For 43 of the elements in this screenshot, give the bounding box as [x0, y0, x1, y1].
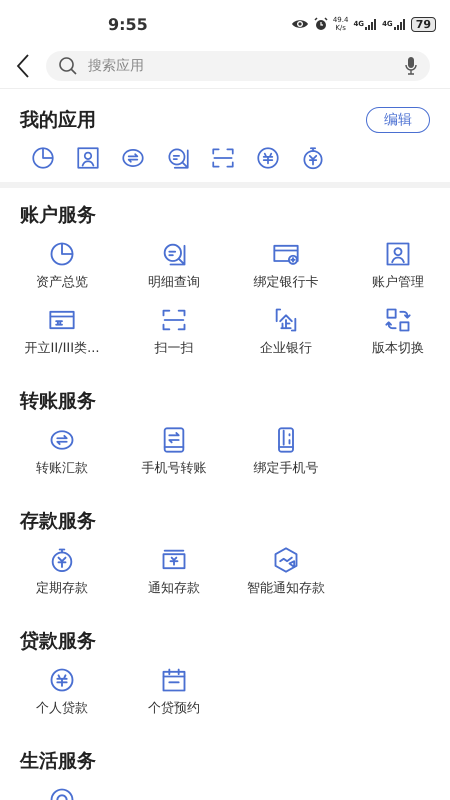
- section-title: 贷款服务: [18, 629, 97, 654]
- microphone-icon[interactable]: [404, 56, 418, 76]
- search-field[interactable]: 搜索应用: [86, 57, 396, 75]
- app-label[interactable]: 资产总览: [36, 274, 88, 292]
- app-label[interactable]: 版本切换: [372, 340, 424, 358]
- eye-icon: [290, 18, 309, 30]
- signal-icon: [365, 18, 378, 30]
- search-icon: [58, 56, 78, 76]
- app-label[interactable]: 手机号转账: [142, 460, 206, 478]
- coin-icon: [48, 666, 76, 694]
- pie-chart-icon: [30, 145, 56, 171]
- section-title: 存款服务: [18, 509, 97, 534]
- coin-icon: [255, 145, 281, 171]
- calendar-icon: [160, 666, 188, 694]
- section-title: 我的应用: [20, 108, 96, 133]
- app-label[interactable]: 开立II/III类...: [24, 340, 100, 358]
- clock-time: 9:55: [108, 14, 149, 34]
- app-label[interactable]: 绑定银行卡: [254, 274, 318, 292]
- app-label[interactable]: 定期存款: [36, 580, 88, 598]
- app-label[interactable]: 转账汇款: [36, 460, 88, 478]
- section-title: 生活服务: [18, 749, 97, 774]
- app-label[interactable]: 绑定手机号: [254, 460, 318, 478]
- app-label[interactable]: 扫一扫: [154, 340, 194, 358]
- person-card-icon: [384, 240, 412, 268]
- person-card-icon: [75, 145, 101, 171]
- app-label[interactable]: 个人贷款: [36, 700, 88, 718]
- app-label[interactable]: 个贷预约: [148, 700, 200, 718]
- search-bar[interactable]: 搜索应用: [46, 51, 430, 81]
- app-label[interactable]: 企业银行: [260, 340, 312, 358]
- app-label[interactable]: 通知存款: [148, 580, 200, 598]
- signal-icon: [394, 18, 406, 30]
- alarm-icon: [314, 17, 328, 31]
- app-label[interactable]: 账户管理: [372, 274, 424, 292]
- app-label[interactable]: 明细查询: [148, 274, 200, 292]
- section-title: 账户服务: [19, 203, 97, 228]
- edit-button[interactable]: 编辑: [366, 107, 430, 133]
- battery-indicator: 79: [410, 16, 436, 32]
- pie-chart-icon: [48, 240, 76, 268]
- hexagon-icon: [272, 546, 300, 574]
- app-label[interactable]: 智能通知存款: [247, 580, 325, 598]
- back-icon[interactable]: [16, 54, 30, 78]
- section-title: 转账服务: [18, 389, 97, 414]
- switch-icon: [384, 306, 412, 334]
